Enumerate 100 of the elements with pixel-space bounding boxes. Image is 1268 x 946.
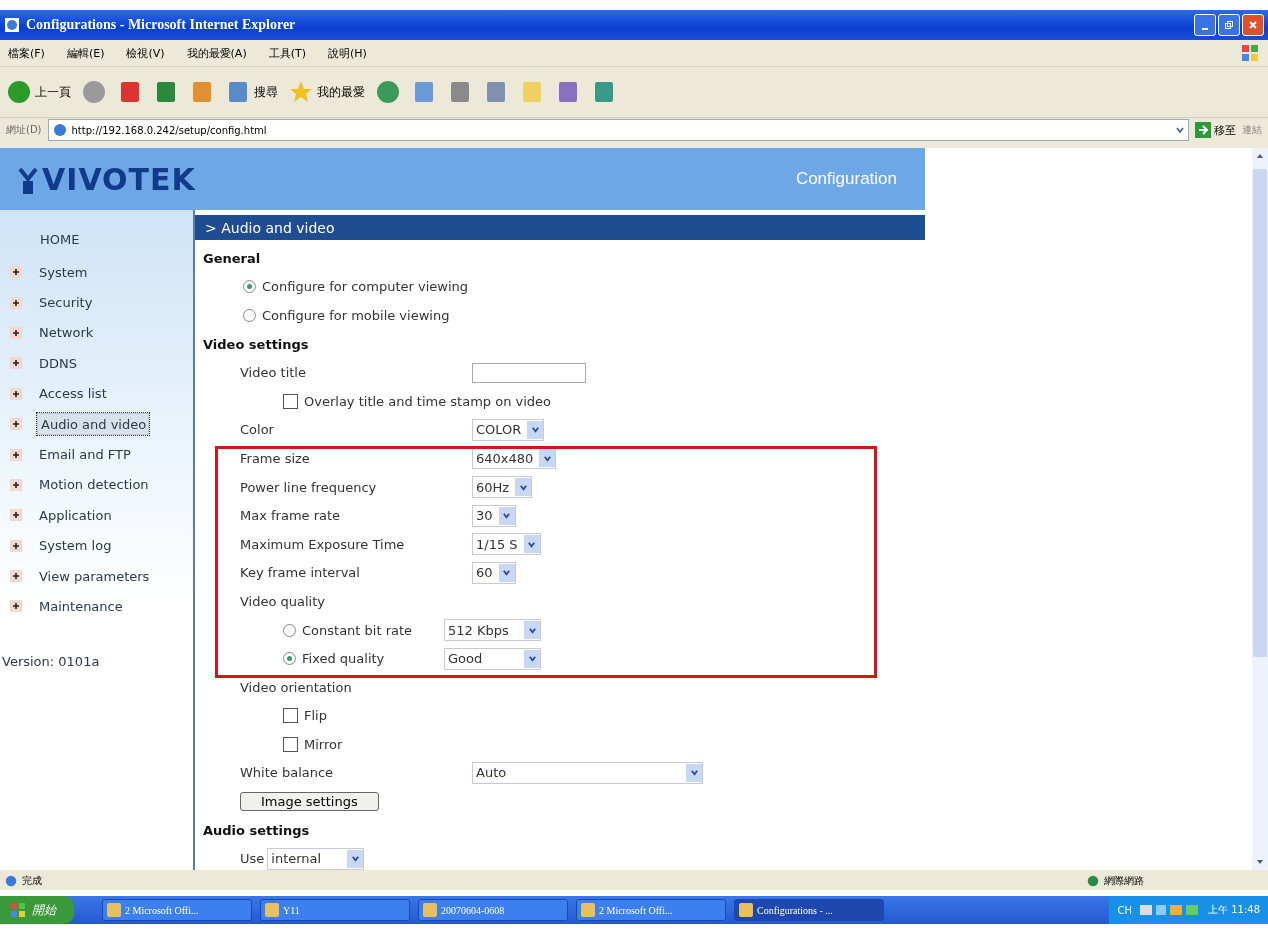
expand-icon[interactable] bbox=[10, 266, 22, 279]
sidebar-link[interactable]: System bbox=[37, 264, 90, 280]
caret-icon bbox=[527, 654, 537, 664]
taskbar-button[interactable]: 2 Microsoft Offi... bbox=[102, 899, 252, 921]
radio-button[interactable] bbox=[283, 652, 296, 666]
sidebar-link[interactable]: Network bbox=[37, 325, 96, 341]
restore-button[interactable] bbox=[1218, 14, 1240, 36]
field-label: Max frame rate bbox=[240, 508, 342, 524]
dropdown[interactable]: COLOR bbox=[472, 418, 545, 441]
scrollbar[interactable] bbox=[1252, 148, 1268, 870]
windows-logo-icon bbox=[10, 902, 26, 918]
minimize-icon bbox=[1202, 28, 1208, 30]
sidebar-link[interactable]: DDNS bbox=[37, 355, 79, 371]
start-button[interactable]: 開始 bbox=[0, 896, 74, 924]
address-label: 網址(D) bbox=[6, 123, 42, 137]
browser-icon bbox=[4, 17, 20, 33]
radio-label: Fixed quality bbox=[302, 651, 386, 667]
menu-item[interactable]: 檢視(V) bbox=[126, 45, 165, 61]
toolbar-button[interactable]: 上一頁 bbox=[6, 79, 71, 105]
caret-icon bbox=[527, 539, 537, 549]
menu-item[interactable]: 檔案(F) bbox=[8, 45, 45, 61]
expand-icon[interactable] bbox=[10, 600, 22, 613]
expand-icon[interactable] bbox=[10, 418, 22, 431]
field-label: Video title bbox=[240, 365, 307, 381]
close-button[interactable] bbox=[1242, 14, 1264, 36]
checkbox[interactable] bbox=[283, 708, 298, 724]
dropdown[interactable]: 30 bbox=[472, 504, 516, 527]
dropdown[interactable]: 512 Kbps bbox=[444, 619, 541, 641]
expand-icon[interactable] bbox=[10, 357, 22, 370]
dropdown[interactable]: Auto bbox=[472, 762, 703, 784]
field-label: Use bbox=[240, 851, 265, 867]
menu-item[interactable]: 編輯(E) bbox=[66, 45, 105, 61]
menu-item[interactable]: 說明(H) bbox=[328, 45, 367, 61]
checkbox[interactable] bbox=[283, 393, 298, 409]
logo-icon bbox=[18, 166, 38, 197]
dropdown[interactable]: Good bbox=[444, 647, 541, 670]
checkbox[interactable] bbox=[283, 736, 298, 752]
toolbar-button[interactable] bbox=[375, 79, 401, 105]
sidebar-link[interactable]: View parameters bbox=[37, 568, 152, 584]
header-title: Configuration bbox=[795, 169, 897, 189]
checkbox-label: Flip bbox=[304, 708, 327, 724]
go-button[interactable]: 移至 bbox=[1195, 122, 1236, 138]
expand-icon[interactable] bbox=[10, 387, 22, 400]
app-icon bbox=[581, 903, 595, 917]
expand-icon[interactable] bbox=[10, 296, 22, 309]
expand-icon[interactable] bbox=[10, 448, 22, 461]
taskbar-button[interactable]: Y11 bbox=[260, 899, 410, 921]
caret-icon bbox=[689, 768, 699, 778]
close-icon bbox=[1248, 20, 1258, 30]
dropdown[interactable]: 60Hz bbox=[472, 476, 533, 499]
image-settings-button[interactable]: Image settings bbox=[240, 792, 379, 812]
input-field[interactable] bbox=[472, 362, 586, 383]
taskbar-button[interactable]: 2 Microsoft Offi... bbox=[576, 899, 726, 921]
taskbar-button[interactable]: Configurations - ... bbox=[734, 899, 884, 921]
dropdown[interactable]: internal bbox=[267, 847, 365, 870]
sidebar-link[interactable]: System log bbox=[37, 538, 114, 554]
address-field[interactable]: http://192.168.0.242/setup/config.html bbox=[47, 119, 1189, 141]
zone-text: 網際網路 bbox=[1104, 874, 1145, 888]
menu-item[interactable]: 我的最愛(A) bbox=[186, 45, 247, 61]
dropdown-icon bbox=[1175, 125, 1185, 135]
expand-icon[interactable] bbox=[10, 570, 22, 583]
taskbar-button[interactable]: 20070604-0608 bbox=[418, 899, 568, 921]
expand-icon[interactable] bbox=[10, 326, 22, 339]
sidebar-link[interactable]: Email and FTP bbox=[37, 447, 133, 463]
caret-icon bbox=[527, 625, 537, 635]
toolbar-icon bbox=[6, 79, 32, 105]
radio-button[interactable] bbox=[243, 280, 256, 294]
checkbox-label: Overlay title and time stamp on video bbox=[304, 393, 552, 409]
minimize-button[interactable] bbox=[1194, 14, 1216, 36]
caret-icon bbox=[518, 482, 528, 492]
expand-icon[interactable] bbox=[10, 509, 22, 522]
sidebar-link[interactable]: Maintenance bbox=[37, 599, 125, 614]
restore-icon bbox=[1224, 20, 1234, 30]
dropdown[interactable]: 640x480 bbox=[472, 447, 557, 470]
caret-icon bbox=[502, 511, 512, 521]
sidebar-link[interactable]: Application bbox=[37, 507, 114, 523]
dropdown[interactable]: 1/15 S bbox=[472, 533, 541, 556]
toolbar-button[interactable]: 搜尋 bbox=[225, 79, 278, 105]
brand-logo: VIVOTEK bbox=[18, 161, 196, 197]
radio-label: Configure for mobile viewing bbox=[262, 308, 450, 323]
sidebar-link[interactable]: Security bbox=[37, 295, 95, 311]
clock: 上午 11:48 bbox=[1208, 903, 1260, 917]
expand-icon[interactable] bbox=[10, 539, 22, 552]
arrow-icon bbox=[1195, 122, 1211, 138]
toolbar-icon bbox=[375, 79, 401, 105]
caret-icon bbox=[530, 425, 540, 435]
sidebar-link[interactable]: Audio and video bbox=[37, 413, 150, 436]
expand-icon[interactable] bbox=[10, 478, 22, 491]
radio-button[interactable] bbox=[243, 309, 256, 322]
sidebar-link[interactable]: Motion detection bbox=[37, 477, 151, 493]
app-icon bbox=[739, 903, 753, 917]
toolbar-button[interactable]: 我的最愛 bbox=[288, 79, 365, 105]
radio-button[interactable] bbox=[283, 623, 296, 637]
page-icon bbox=[4, 874, 18, 888]
toolbar-button[interactable] bbox=[81, 79, 107, 105]
caret-icon bbox=[502, 568, 512, 578]
menu-item[interactable]: 工具(T) bbox=[268, 45, 306, 61]
home-link[interactable]: HOME bbox=[40, 232, 80, 247]
sidebar-link[interactable]: Access list bbox=[37, 386, 109, 402]
dropdown[interactable]: 60 bbox=[472, 561, 516, 584]
